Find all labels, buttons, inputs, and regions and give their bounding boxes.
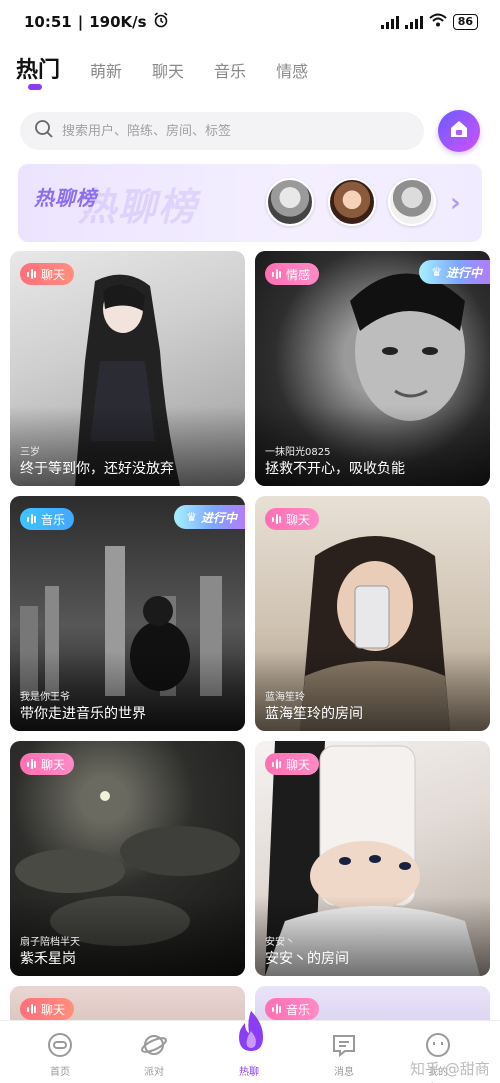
planet-icon	[140, 1031, 168, 1059]
search-input[interactable]	[62, 123, 382, 139]
tab-music[interactable]: 音乐	[214, 58, 246, 82]
signal-icon	[404, 15, 423, 29]
room-card[interactable]: 聊天 安安丶 安安丶的房间	[255, 741, 490, 976]
live-status-tag: ♛ 进行中	[174, 505, 245, 529]
status-bar: 10:51 | 190K/s 86	[0, 0, 500, 44]
home-icon	[46, 1031, 74, 1059]
nav-item-home[interactable]: 首页	[30, 1031, 90, 1078]
room-title: 终于等到你，还好没放弃	[20, 461, 174, 477]
nav-item-party[interactable]: 派对	[124, 1031, 184, 1078]
tab-chat[interactable]: 聊天	[152, 58, 184, 82]
sound-wave-icon	[272, 269, 281, 280]
room-home-button[interactable]	[438, 110, 480, 152]
room-card[interactable]: 聊天 三岁 终于等到你，还好没放弃	[10, 251, 245, 486]
category-badge: 聊天	[265, 753, 320, 775]
category-badge: 聊天	[265, 508, 320, 530]
room-owner: 安安丶	[265, 937, 295, 948]
message-icon	[330, 1031, 358, 1059]
room-owner: 蓝海笙玲	[265, 692, 305, 703]
signal-icon	[380, 15, 399, 29]
trophy-icon: ♛	[186, 510, 197, 524]
category-tabs: 热门 萌新 聊天 音乐 情感	[16, 52, 308, 84]
category-badge: 聊天	[20, 998, 75, 1020]
tab-hot[interactable]: 热门	[16, 52, 60, 84]
room-owner: 扇子陪档半天	[20, 937, 80, 948]
room-card[interactable]: 聊天 蓝海笙玲 蓝海笙玲的房间	[255, 496, 490, 731]
flame-icon[interactable]	[233, 1009, 269, 1053]
room-title: 紫禾星岗	[20, 951, 76, 967]
tab-newbie[interactable]: 萌新	[90, 58, 122, 82]
status-speed: 190K/s	[89, 13, 147, 31]
alarm-icon	[153, 12, 169, 32]
room-title: 带你走进音乐的世界	[20, 706, 146, 722]
tab-emotion[interactable]: 情感	[276, 58, 308, 82]
category-badge: 音乐	[20, 508, 75, 530]
room-title: 安安丶的房间	[265, 951, 349, 967]
search-bar[interactable]	[20, 112, 424, 150]
hot-chat-ranking-banner[interactable]: 热聊榜 热聊榜 ›	[18, 164, 482, 242]
room-card[interactable]: 聊天 扇子陪档半天 紫禾星岗	[10, 741, 245, 976]
room-owner: 我是你王爷	[20, 692, 70, 703]
live-status-tag: ♛ 进行中	[419, 260, 490, 284]
category-badge: 音乐	[265, 998, 320, 1020]
avatar[interactable]	[266, 178, 314, 226]
room-card[interactable]: 音乐 ♛ 进行中 我是你王爷 带你走进音乐的世界	[10, 496, 245, 731]
room-card[interactable]: 情感 ♛ 进行中 一抹阳光0825 拯救不开心，吸收负能	[255, 251, 490, 486]
avatar[interactable]	[388, 178, 436, 226]
trophy-icon: ♛	[431, 265, 442, 279]
sound-wave-icon	[272, 1004, 281, 1015]
banner-title: 热聊榜	[34, 186, 97, 210]
sound-wave-icon	[272, 514, 281, 525]
room-title: 拯救不开心，吸收负能	[265, 461, 405, 477]
room-owner: 一抹阳光0825	[265, 447, 331, 458]
active-tab-indicator	[28, 84, 42, 90]
sound-wave-icon	[27, 269, 36, 280]
wifi-icon	[429, 13, 447, 31]
house-icon	[448, 118, 470, 144]
search-icon	[34, 119, 54, 143]
sound-wave-icon	[27, 1004, 36, 1015]
category-badge: 聊天	[20, 753, 75, 775]
sound-wave-icon	[27, 759, 36, 770]
room-owner: 三岁	[20, 447, 40, 458]
profile-icon	[424, 1031, 452, 1059]
category-badge: 聊天	[20, 263, 75, 285]
sound-wave-icon	[272, 759, 281, 770]
nav-item-messages[interactable]: 消息	[314, 1031, 374, 1078]
chevron-right-icon[interactable]: ›	[450, 188, 461, 218]
battery-indicator: 86	[452, 14, 478, 30]
watermark-text: 知乎 @甜商语音	[410, 1060, 490, 1083]
status-time: 10:51	[24, 13, 72, 31]
category-badge: 情感	[265, 263, 320, 285]
avatar[interactable]	[328, 178, 376, 226]
sound-wave-icon	[27, 514, 36, 525]
room-title: 蓝海笙玲的房间	[265, 706, 363, 722]
